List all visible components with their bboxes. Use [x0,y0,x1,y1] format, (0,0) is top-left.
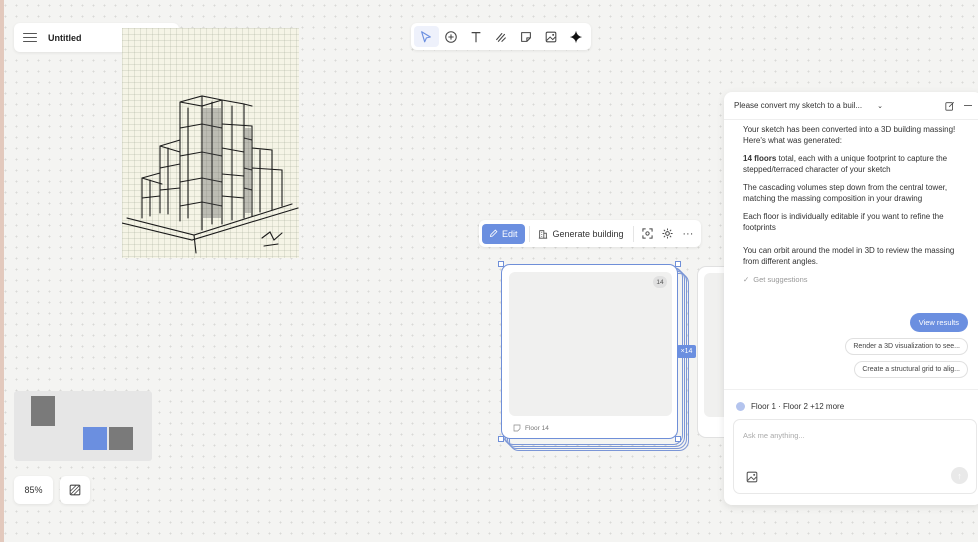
image-icon [545,31,557,42]
ai-chat-panel: Please convert my sketch to a buil... ⌄ … [724,92,978,505]
draw-tool[interactable] [489,26,514,47]
chat-input[interactable]: Ask me anything... ↑ [733,419,977,494]
floor-preview [509,272,672,416]
get-suggestions-label: Get suggestions [753,275,808,284]
generate-building-button[interactable]: Generate building [533,229,628,239]
message-point: You can orbit around the model in 3D to … [743,246,955,266]
chat-header: Please convert my sketch to a buil... ⌄ [724,92,978,120]
focus-icon [642,228,653,239]
message-point: The cascading volumes step down from the… [743,183,948,203]
generate-building-label: Generate building [552,228,624,239]
zoom-level-button[interactable]: 85% [14,476,53,504]
canvas-edge [0,0,4,542]
divider [724,389,978,390]
focus-button[interactable] [637,224,657,244]
resize-handle-bottom-right[interactable] [675,436,681,442]
building-sketch-drawing [121,95,299,254]
ai-tool[interactable] [563,26,588,47]
sketch-image[interactable] [121,28,299,258]
get-suggestions-link[interactable]: ✓ Get suggestions [743,274,968,285]
document-title[interactable]: Untitled [48,33,82,43]
image-tool[interactable] [538,26,563,47]
attach-image-icon[interactable] [745,470,759,484]
add-tool[interactable] [439,26,464,47]
suggestion-chip[interactable]: Render a 3D visualization to see... [845,338,968,355]
main-toolbar [411,23,591,50]
floor-icon [736,402,745,411]
selection-toolbar: Edit Generate building ··· [479,220,701,247]
building-icon [539,229,548,239]
gear-icon [662,228,673,239]
select-tool[interactable] [414,26,439,47]
minimap-card-block-2 [109,427,133,450]
checkmark-icon: ✓ [743,275,750,284]
message-intro: Your sketch has been converted into a 3D… [743,125,956,145]
layers-toggle-button[interactable] [60,476,90,504]
message-point-bold: 14 floors [743,154,777,163]
assistant-message: Your sketch has been converted into a 3D… [743,124,968,285]
edit-button[interactable]: Edit [482,223,525,244]
menu-icon[interactable] [23,32,37,43]
text-tool[interactable] [464,26,489,47]
ai-sparkle-icon [569,30,582,43]
settings-button[interactable] [658,224,678,244]
chat-input-placeholder: Ask me anything... [743,431,805,440]
minimap[interactable] [14,391,152,461]
sticky-note-tool[interactable] [513,26,538,47]
resize-handle-top-left[interactable] [498,261,504,267]
chat-thread-title[interactable]: Please convert my sketch to a buil... [734,101,873,110]
message-point: 14 floors total, each with a unique foot… [743,153,968,175]
floor-label-text: Floor 14 [525,424,549,432]
divider [632,225,634,242]
resize-handle-bottom-left[interactable] [498,436,504,442]
edit-label: Edit [502,228,518,239]
draw-icon [496,32,506,42]
message-point: Each floor is individually editable if y… [743,212,944,232]
view-results-button[interactable]: View results [909,313,968,332]
context-label: Floor 1 · Floor 2 +12 more [751,402,845,411]
suggestion-chip[interactable]: Create a structural grid to alig... [854,361,968,378]
floor-card[interactable]: 14 Floor 14 [501,264,678,439]
minimap-sketch-block [31,396,55,426]
divider [528,225,530,242]
stack-count-badge: ×14 [677,345,696,358]
hatch-icon [69,484,81,496]
add-icon [445,30,458,43]
new-chat-icon[interactable] [945,101,955,111]
text-icon [471,31,481,42]
sticky-note-icon [520,31,531,42]
pencil-icon [489,229,498,238]
context-chip[interactable]: Floor 1 · Floor 2 +12 more [736,402,844,411]
minimap-card-block [83,427,107,450]
more-button[interactable]: ··· [678,224,698,244]
chevron-down-icon[interactable]: ⌄ [877,102,883,110]
select-icon [421,30,432,42]
floor-count-badge: 14 [653,276,667,288]
minimize-icon[interactable] [964,105,972,106]
floor-label: Floor 14 [513,424,549,432]
note-icon [513,424,521,432]
resize-handle-top-right[interactable] [675,261,681,267]
send-button[interactable]: ↑ [951,467,968,484]
arrow-up-icon: ↑ [957,470,962,481]
